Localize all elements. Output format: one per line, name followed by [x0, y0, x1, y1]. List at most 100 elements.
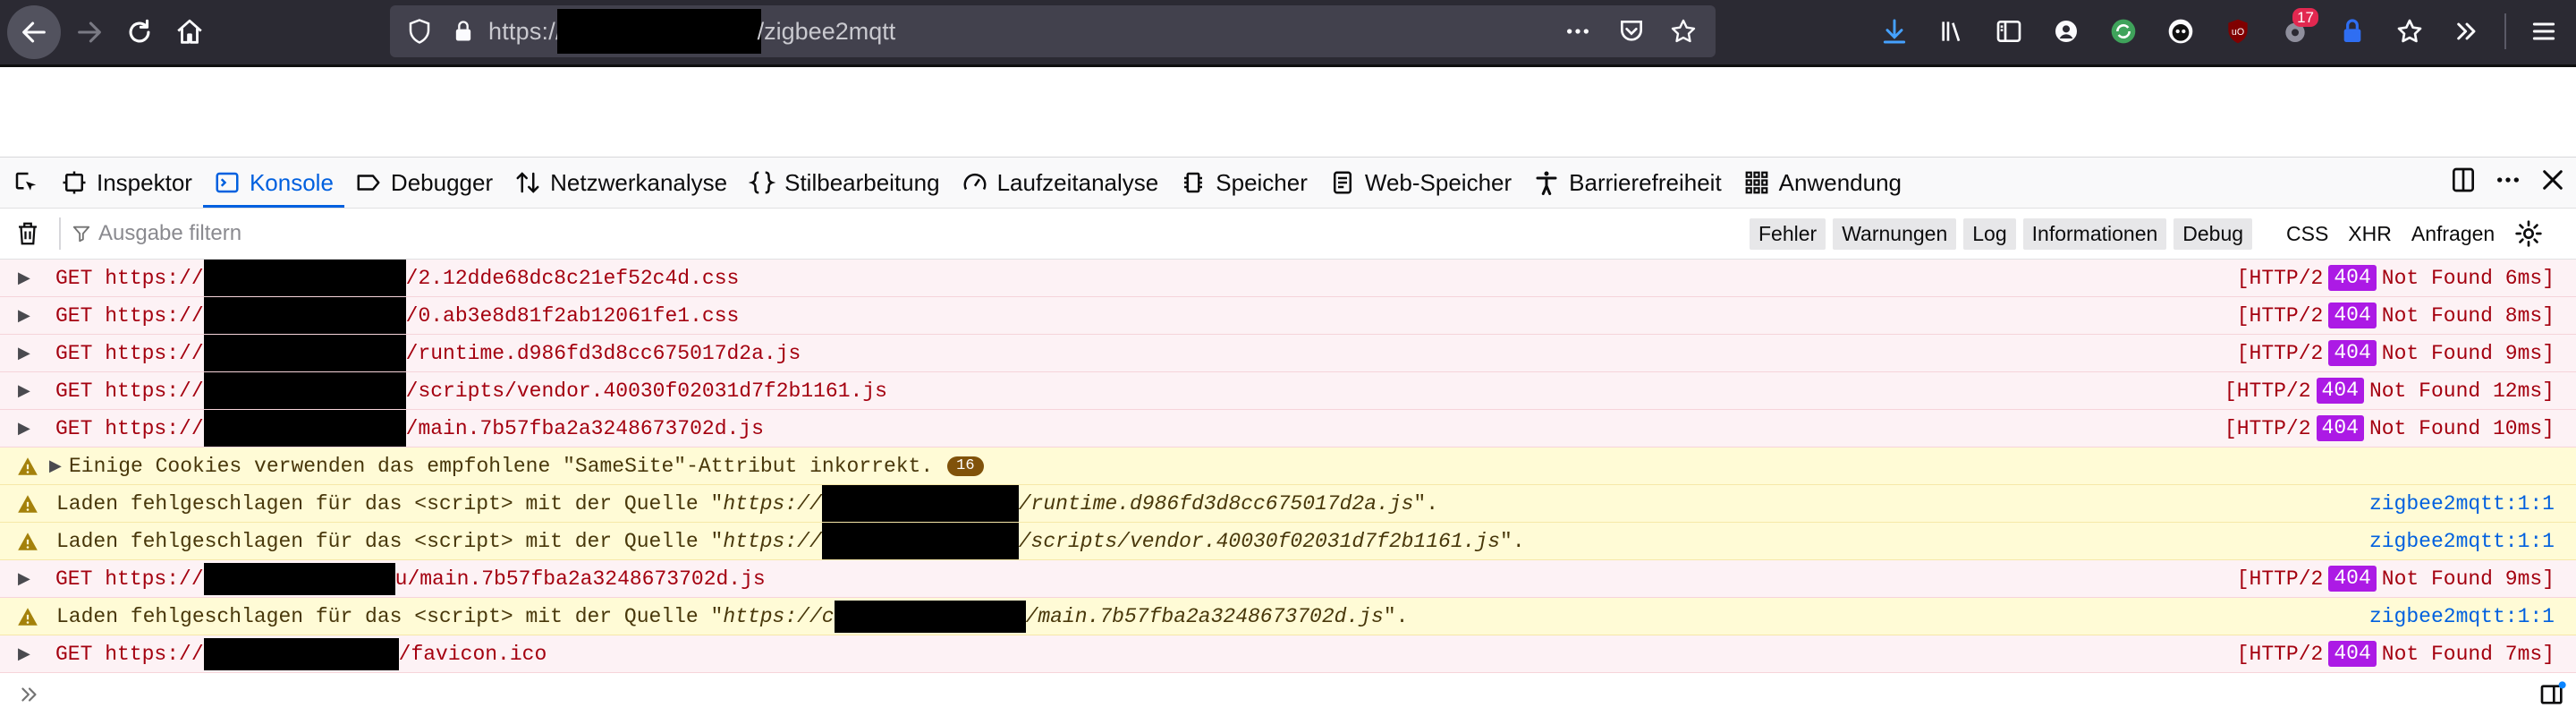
console-warning-group-row[interactable]: ▶ Einige Cookies verwenden das empfohlen… — [0, 448, 2576, 485]
filter-xhr-button[interactable]: XHR — [2348, 222, 2392, 246]
dock-icon — [2453, 167, 2474, 192]
request-prefix: GET https:// — [55, 341, 204, 365]
tab-performance[interactable]: Laufzeitanalyse — [951, 158, 1170, 208]
filter-input[interactable] — [97, 220, 905, 247]
request-path[interactable]: u/main.7b57fba2a3248673702d.js — [395, 567, 766, 591]
console-error-row[interactable]: ▶ GET https:// /scripts/vendor.40030f0203… — [0, 372, 2576, 410]
tab-label: Web-Speicher — [1364, 168, 1513, 196]
app-menu-button[interactable] — [2519, 6, 2569, 56]
console-input[interactable] — [54, 682, 2472, 711]
request-path[interactable]: /favicon.ico — [399, 643, 547, 666]
expand-arrow-icon[interactable]: ▶ — [18, 344, 45, 363]
downloads-button[interactable] — [1869, 6, 1919, 56]
pocket-button[interactable] — [1617, 5, 1646, 57]
tab-inspector[interactable]: Inspektor — [50, 158, 203, 208]
braces-icon — [749, 171, 776, 194]
notifications-extension-button[interactable]: 17 — [2270, 6, 2320, 56]
close-icon — [2543, 169, 2563, 190]
http-version: [HTTP/2 — [2236, 266, 2324, 290]
library-button[interactable] — [1927, 6, 1977, 56]
expand-arrow-icon[interactable]: ▶ — [18, 419, 45, 439]
chevron-double-right-icon — [2457, 22, 2476, 40]
reload-button[interactable] — [114, 7, 165, 57]
console-error-row[interactable]: ▶ GET https:// /2.12dde68dc8c21ef52c4d.cs… — [0, 260, 2576, 297]
url-bar[interactable]: https:// /zigbee2mqtt — [390, 5, 1716, 57]
source-link[interactable]: zigbee2mqtt:1:1 — [2369, 523, 2555, 559]
warning-message: Laden fehlgeschlagen für das <script> mi… — [56, 491, 724, 516]
account-button[interactable] — [2041, 6, 2091, 56]
console-warning-row[interactable]: Laden fehlgeschlagen für das <script> mi… — [0, 598, 2576, 635]
warning-icon — [16, 530, 43, 553]
expand-arrow-icon[interactable]: ▶ — [49, 456, 69, 476]
source-link[interactable]: zigbee2mqtt:1:1 — [2369, 598, 2555, 635]
editor-mode-button[interactable] — [2538, 680, 2567, 715]
console-output: ▶ GET https:// /2.12dde68dc8c21ef52c4d.cs… — [0, 260, 2576, 716]
sync-extension-button[interactable] — [2098, 6, 2148, 56]
bookmarks-star-button[interactable] — [2385, 6, 2435, 56]
console-settings-button[interactable] — [2514, 219, 2543, 248]
tab-style-editor[interactable]: Stilbearbeitung — [738, 158, 950, 208]
console-error-row[interactable]: ▶ GET https:// /favicon.ico [HTTP/2 404 Not… — [0, 635, 2576, 673]
filter-info-button[interactable]: Informationen — [2022, 217, 2167, 250]
lock-icon[interactable] — [451, 19, 476, 44]
expand-arrow-icon[interactable]: ▶ — [18, 381, 45, 401]
devtools-options-button[interactable] — [2494, 166, 2522, 200]
clear-console-button[interactable] — [14, 220, 47, 247]
console-warning-row[interactable]: Laden fehlgeschlagen für das <script> mi… — [0, 485, 2576, 523]
console-error-row[interactable]: ▶ GET https:// /main.7b57fba2a3248673702d… — [0, 410, 2576, 448]
tab-label: Speicher — [1216, 168, 1308, 196]
arrow-right-icon — [78, 21, 101, 43]
tab-debugger[interactable]: Debugger — [344, 158, 504, 208]
filter-debug-button[interactable]: Debug — [2174, 217, 2253, 250]
script-url-path[interactable]: /runtime.d986fd3d8cc675017d2a.js — [1019, 492, 1414, 516]
expand-arrow-icon[interactable]: ▶ — [18, 306, 45, 326]
home-button[interactable] — [165, 7, 215, 57]
ublock-icon: uO — [2228, 19, 2248, 44]
element-picker-button[interactable] — [0, 158, 50, 208]
console-error-row[interactable]: ▶ GET https:// /runtime.d986fd3d8cc675017… — [0, 335, 2576, 372]
tab-accessibility[interactable]: Barrierefreiheit — [1522, 158, 1733, 208]
sidebar-toggle-button[interactable] — [1984, 6, 2034, 56]
shield-icon[interactable] — [406, 18, 433, 45]
filter-requests-button[interactable]: Anfragen — [2411, 222, 2495, 246]
console-error-row[interactable]: ▶ GET https:// u/main.7b57fba2a3248673702… — [0, 560, 2576, 598]
page-actions-button[interactable] — [1563, 5, 1592, 57]
source-link[interactable]: zigbee2mqtt:1:1 — [2369, 485, 2555, 522]
forward-button[interactable] — [64, 7, 114, 57]
gear-icon — [2515, 220, 2542, 247]
dark-reader-extension-button[interactable] — [2156, 6, 2206, 56]
filter-log-button[interactable]: Log — [1963, 217, 2016, 250]
dock-mode-button[interactable] — [2449, 166, 2478, 200]
ublock-extension-button[interactable]: uO — [2213, 6, 2263, 56]
script-url-path[interactable]: /main.7b57fba2a3248673702d.js — [1026, 605, 1384, 628]
devtools-panel: Inspektor Konsole Debugger Netzwerkanaly… — [0, 157, 2576, 711]
expand-arrow-icon[interactable]: ▶ — [18, 644, 45, 664]
overflow-menu-button[interactable] — [2442, 6, 2492, 56]
url-prefix: https:// — [488, 17, 563, 45]
request-path[interactable]: /main.7b57fba2a3248673702d.js — [406, 417, 764, 440]
filter-css-button[interactable]: CSS — [2286, 222, 2328, 246]
filter-warnings-button[interactable]: Warnungen — [1833, 217, 1957, 250]
request-path[interactable]: /0.ab3e8d81f2ab12061fe1.css — [406, 304, 740, 328]
request-path[interactable]: /2.12dde68dc8c21ef52c4d.css — [406, 267, 740, 290]
bookmark-star-button[interactable] — [1669, 5, 1698, 57]
filter-errors-button[interactable]: Fehler — [1750, 217, 1826, 250]
console-warning-row[interactable]: Laden fehlgeschlagen für das <script> mi… — [0, 523, 2576, 560]
password-extension-button[interactable] — [2327, 6, 2377, 56]
tab-network[interactable]: Netzwerkanalyse — [504, 158, 738, 208]
tab-application[interactable]: Anwendung — [1733, 158, 1912, 208]
expand-arrow-icon[interactable]: ▶ — [18, 268, 45, 288]
tab-console[interactable]: Konsole — [203, 158, 344, 208]
close-devtools-button[interactable] — [2538, 166, 2567, 200]
back-button[interactable] — [7, 5, 61, 59]
tab-memory[interactable]: Speicher — [1169, 158, 1318, 208]
console-error-row[interactable]: ▶ GET https:// /0.ab3e8d81f2ab12061fe1.cs… — [0, 297, 2576, 335]
expand-arrow-icon[interactable]: ▶ — [18, 569, 45, 589]
request-path[interactable]: /scripts/vendor.40030f02031d7f2b1161.js — [406, 379, 887, 403]
script-url-path[interactable]: /scripts/vendor.40030f02031d7f2b1161.js — [1019, 530, 1500, 553]
devtools-tab-bar: Inspektor Konsole Debugger Netzwerkanaly… — [0, 158, 2576, 209]
request-path[interactable]: /runtime.d986fd3d8cc675017d2a.js — [406, 342, 801, 365]
tab-storage[interactable]: Web-Speicher — [1318, 158, 1522, 208]
status-code-badge: 404 — [2328, 303, 2377, 328]
redacted-host — [203, 335, 406, 371]
